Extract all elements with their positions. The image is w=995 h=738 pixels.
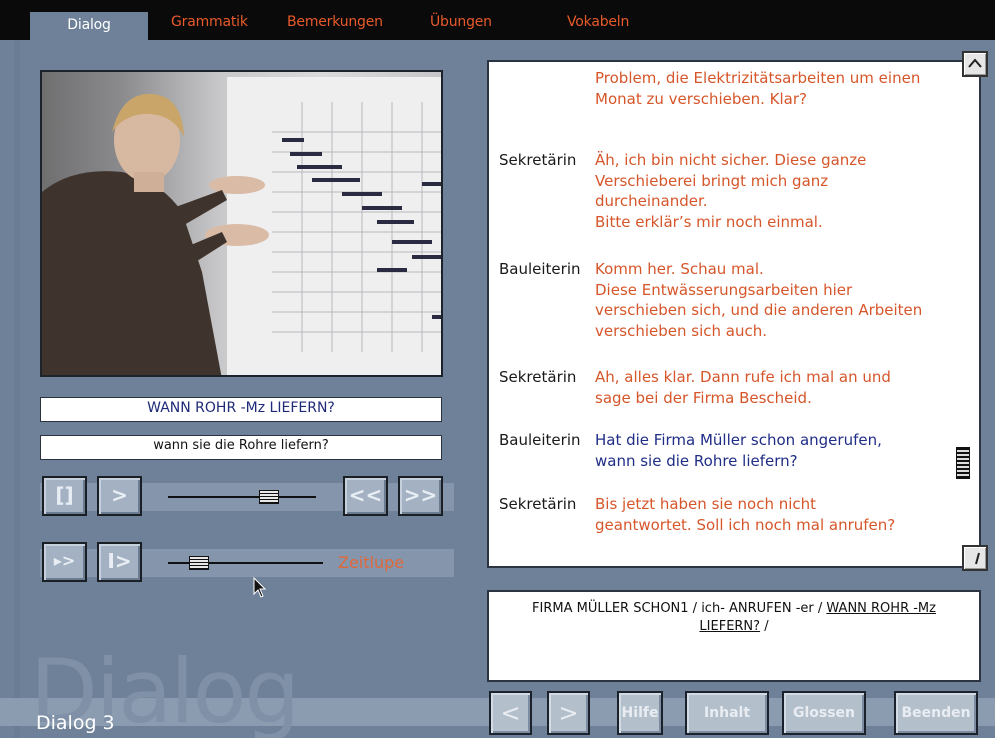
utterance-text: Hat die Firma Müller schon angerufen, wan… [595,431,882,470]
video-frame-icon [42,77,441,375]
tab-vokabeln[interactable]: Vokabeln [567,14,629,30]
tab-grammatik[interactable]: Grammatik [171,14,248,30]
utterance-text: Bis jetzt haben sie noch nicht geantworte… [595,495,896,534]
utterance-text: Komm her. Schau mal. Diese Entwässerungsa… [595,260,923,340]
next-button[interactable]: > [547,691,590,735]
contents-button[interactable]: Inhalt [685,691,769,735]
playback-slider-track[interactable] [168,496,316,498]
glosses-button[interactable]: Glossen [782,691,866,735]
tab-bar: Dialog Grammatik Bemerkungen Übungen Vok… [0,0,995,40]
speaker-label: Bauleiterin [499,431,581,449]
resize-handle[interactable] [962,545,988,571]
tab-dialog[interactable]: Dialog [30,12,148,40]
sign-language-video[interactable] [40,70,443,377]
zeitlupe-label: Zeitlupe [338,553,405,572]
speaker-label: Sekretärin [499,495,577,513]
scrollbar-thumb[interactable] [956,447,970,479]
notation-box: FIRMA MÜLLER SCHON1 / ich- ANRUFEN -er /… [487,590,981,682]
exit-button[interactable]: Beenden [894,691,978,735]
speed-slider-knob[interactable] [189,556,209,570]
speaker-label: Sekretärin [499,368,577,386]
speaker-label: Bauleiterin [499,260,581,278]
dialog-title: Dialog 3 [36,712,115,734]
left-stripe [14,40,20,738]
playback-slider-knob[interactable] [258,490,279,504]
utterance-text: Problem, die Elektrizitätsarbeiten um ei… [595,69,921,108]
resize-icon [975,552,980,565]
gloss-line: WANN ROHR -Mz LIEFERN? [40,397,442,422]
stop-button[interactable]: [] [42,476,87,516]
chevron-up-icon [968,58,982,68]
tab-uebungen[interactable]: Übungen [430,14,492,30]
mouse-pointer-icon [253,577,267,598]
step-forward-button[interactable]: ▸> [42,542,87,582]
previous-button[interactable]: < [489,691,532,735]
play-button[interactable]: > [97,476,142,516]
speaker-label: Sekretärin [499,151,577,169]
fast-forward-button[interactable]: >> [398,476,443,516]
utterance-text: Äh, ich bin nicht sicher. Diese ganze Ver… [595,151,867,231]
rewind-button[interactable]: << [343,476,388,516]
frame-advance-button[interactable]: I> [97,542,142,582]
dialogue-transcript[interactable]: Problem, die Elektrizitätsarbeiten um ei… [487,60,981,568]
tab-bemerkungen[interactable]: Bemerkungen [287,14,383,30]
translation-line: wann sie die Rohre liefern? [40,435,442,460]
utterance-text: Ah, alles klar. Dann rufe ich mal an und… [595,368,891,407]
scroll-up-button[interactable] [962,51,988,77]
help-button[interactable]: Hilfe [617,691,663,735]
